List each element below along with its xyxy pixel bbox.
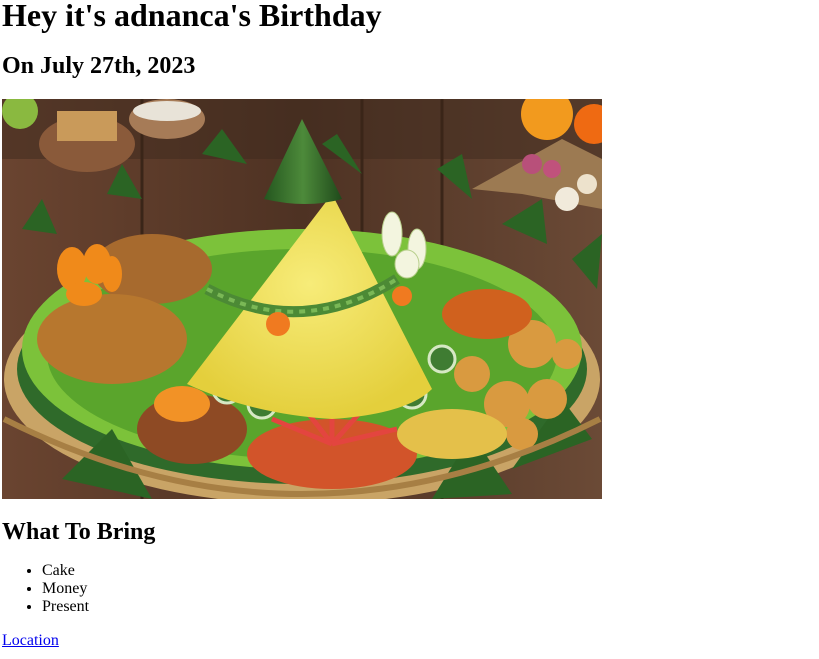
location-link[interactable]: Location	[2, 632, 59, 650]
bring-item-money: Money	[42, 580, 817, 598]
bring-item-present: Present	[42, 598, 817, 616]
event-date: On July 27th, 2023	[2, 53, 196, 79]
what-to-bring-heading: What To Bring	[2, 519, 156, 545]
bring-list: Cake Money Present	[2, 562, 817, 616]
page-title: Hey it's adnanca's Birthday	[2, 0, 382, 33]
tumpeng-illustration	[2, 99, 602, 499]
bring-item-cake: Cake	[42, 562, 817, 580]
page: Hey it's adnanca's Birthday On July 27th…	[0, 0, 819, 650]
tumpeng-photo	[2, 99, 602, 499]
